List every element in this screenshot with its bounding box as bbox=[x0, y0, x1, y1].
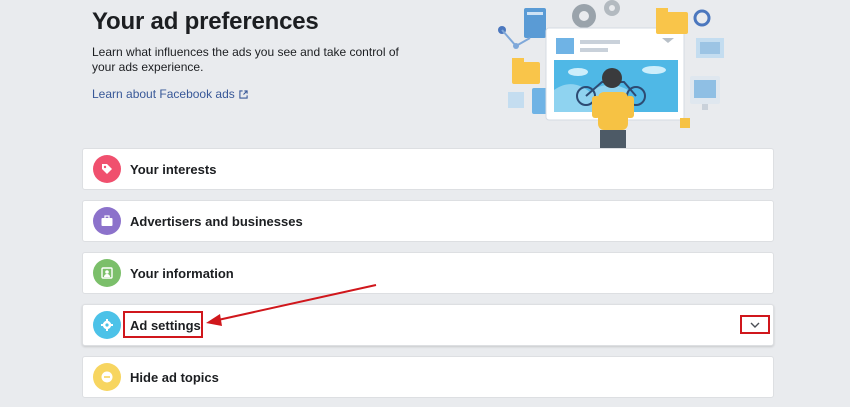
external-link-icon bbox=[239, 89, 248, 99]
learn-about-ads-label: Learn about Facebook ads bbox=[92, 87, 235, 101]
page-header: Your ad preferences Learn what influence… bbox=[92, 8, 452, 103]
ad-settings-highlight-box bbox=[123, 311, 203, 338]
learn-about-ads-link[interactable]: Learn about Facebook ads bbox=[92, 87, 248, 101]
ad-preferences-illustration bbox=[498, 0, 724, 148]
section-advertisers-and-businesses[interactable]: Advertisers and businesses bbox=[82, 200, 774, 242]
briefcase-icon bbox=[93, 207, 121, 235]
tag-icon bbox=[93, 155, 121, 183]
section-label: Advertisers and businesses bbox=[130, 213, 303, 229]
section-label: Your information bbox=[130, 265, 234, 281]
section-your-interests[interactable]: Your interests bbox=[82, 148, 774, 190]
gear-icon bbox=[93, 311, 121, 339]
section-label: Hide ad topics bbox=[130, 369, 219, 385]
page-title: Your ad preferences bbox=[92, 8, 319, 35]
section-hide-ad-topics[interactable]: Hide ad topics bbox=[82, 356, 774, 398]
profile-card-icon bbox=[93, 259, 121, 287]
section-your-information[interactable]: Your information bbox=[82, 252, 774, 294]
chevron-highlight-box bbox=[740, 315, 770, 334]
section-label: Your interests bbox=[130, 161, 217, 177]
page-description: Learn what influences the ads you see an… bbox=[92, 45, 399, 74]
minus-circle-icon bbox=[93, 363, 121, 391]
